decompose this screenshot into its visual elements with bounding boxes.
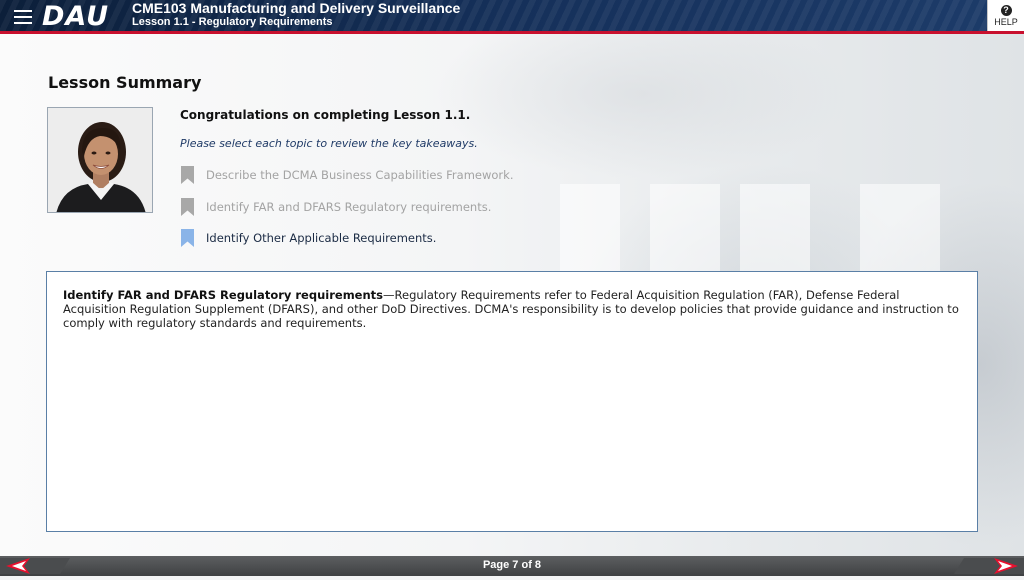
bookmark-icon (181, 198, 194, 216)
instructor-avatar (47, 107, 153, 213)
bookmark-icon (181, 229, 194, 247)
takeaway-text: Identify FAR and DFARS Regulatory requir… (63, 288, 961, 330)
page-number: Page 7 of 8 (482, 559, 542, 571)
page-title: Lesson Summary (48, 73, 202, 92)
help-button[interactable]: ? HELP (987, 0, 1024, 31)
instruction-text: Please select each topic to review the k… (180, 137, 478, 150)
bottom-bar: Page 7 of 8 (0, 556, 1024, 576)
question-icon: ? (1000, 5, 1012, 16)
congratulations-text: Congratulations on completing Lesson 1.1… (180, 108, 471, 122)
topic-item-business-capabilities[interactable]: Describe the DCMA Business Capabilities … (181, 165, 513, 185)
takeaway-separator: — (383, 288, 395, 302)
bookmark-icon (181, 166, 194, 184)
hamburger-menu-icon[interactable] (14, 10, 32, 24)
topic-label: Describe the DCMA Business Capabilities … (206, 168, 514, 182)
avatar-image (48, 108, 152, 212)
help-label: HELP (994, 17, 1018, 27)
takeaway-panel: Identify FAR and DFARS Regulatory requir… (46, 271, 978, 532)
course-title: CME103 Manufacturing and Delivery Survei… (132, 0, 461, 16)
arrow-right-icon (954, 558, 1024, 574)
top-bar: DAU CME103 Manufacturing and Delivery Su… (0, 0, 1024, 34)
lesson-title: Lesson 1.1 - Regulatory Requirements (132, 16, 333, 28)
takeaway-heading: Identify FAR and DFARS Regulatory requir… (63, 288, 384, 302)
next-page-button[interactable] (954, 556, 1024, 576)
topic-item-other-requirements[interactable]: Identify Other Applicable Requirements. (181, 228, 436, 248)
topic-label: Identify Other Applicable Requirements. (206, 231, 437, 245)
dau-logo: DAU (42, 1, 110, 32)
topic-item-far-dfars[interactable]: Identify FAR and DFARS Regulatory requir… (181, 197, 491, 217)
topic-label: Identify FAR and DFARS Regulatory requir… (206, 200, 492, 214)
